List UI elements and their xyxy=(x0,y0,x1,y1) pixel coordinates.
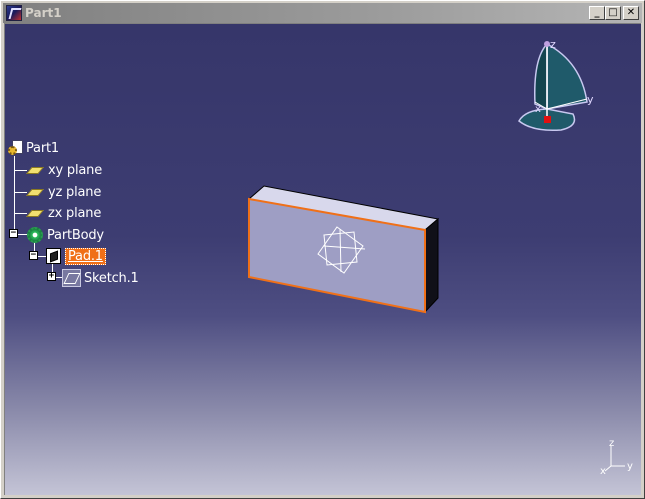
axis-y-label: y xyxy=(627,461,633,472)
compass-y-label: y xyxy=(587,93,594,106)
close-button[interactable]: ✕ xyxy=(623,6,639,20)
axis-z-label: z xyxy=(609,438,614,449)
minimize-button[interactable]: _ xyxy=(589,6,605,20)
window-controls: _ □ ✕ xyxy=(589,6,639,20)
title-bar[interactable]: Part1 _ □ ✕ xyxy=(3,3,642,23)
part-window: Part1 _ □ ✕ Part1 xy plane yz plane zx p… xyxy=(0,0,645,499)
compass-origin-marker xyxy=(544,116,551,123)
compass-zy-quadrant xyxy=(546,42,588,110)
3d-viewport[interactable]: Part1 xy plane yz plane zx plane − PartB… xyxy=(4,23,641,495)
axis-x-label: x xyxy=(600,466,606,476)
compass-x-label: x xyxy=(535,104,541,115)
compass-icon[interactable]: z y x xyxy=(5,24,641,495)
catia-app-icon[interactable] xyxy=(6,5,22,21)
axis-system-icon: z y x xyxy=(600,438,633,476)
compass-z-label: z xyxy=(550,38,556,51)
compass-zx-quadrant xyxy=(534,42,548,111)
maximize-button[interactable]: □ xyxy=(605,6,621,20)
window-title: Part1 xyxy=(25,6,62,20)
